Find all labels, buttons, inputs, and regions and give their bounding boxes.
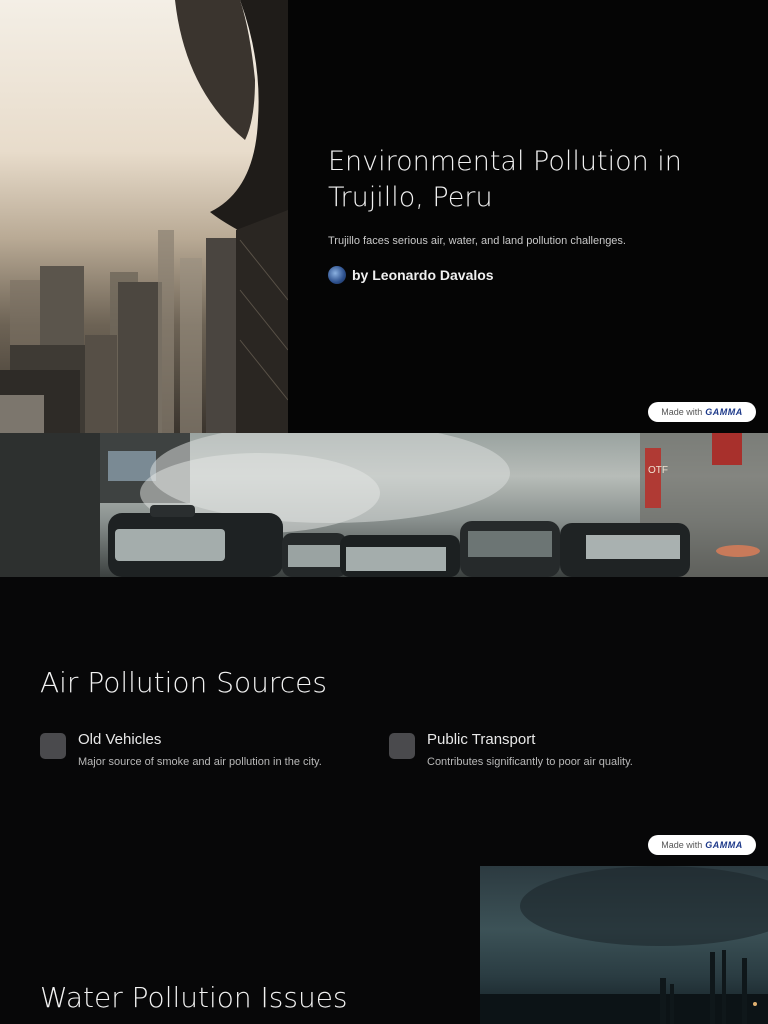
- air-section-title: Air Pollution Sources: [40, 666, 327, 699]
- author-line[interactable]: by Leonardo Davalos: [328, 266, 494, 284]
- item-desc: Contributes significantly to poor air qu…: [427, 756, 633, 768]
- industrial-water-image: [480, 866, 768, 1024]
- title-slide: Environmental Pollution in Trujillo, Per…: [0, 0, 768, 433]
- gamma-logo: GAMMA: [705, 407, 743, 417]
- subtitle: Trujillo faces serious air, water, and l…: [328, 235, 626, 247]
- page-title: Environmental Pollution in Trujillo, Per…: [328, 146, 682, 213]
- air-pollution-section: Air Pollution Sources Old Vehicles Major…: [0, 577, 768, 866]
- sign-text: OTF: [648, 465, 668, 476]
- list-item: Old Vehicles Major source of smoke and a…: [40, 731, 322, 768]
- badge-label: Made with: [661, 407, 703, 417]
- item-icon: [40, 733, 66, 759]
- water-section-title: Water Pollution Issues: [40, 981, 348, 1014]
- avatar: [328, 266, 346, 284]
- item-title: Old Vehicles: [78, 731, 162, 748]
- list-item: Public Transport Contributes significant…: [389, 731, 633, 768]
- item-title: Public Transport: [427, 731, 536, 748]
- made-with-gamma-badge[interactable]: Made with GAMMA: [648, 402, 756, 422]
- badge-label: Made with: [661, 840, 703, 850]
- city-smog-image: [0, 0, 288, 433]
- item-desc: Major source of smoke and air pollution …: [78, 756, 322, 768]
- gamma-logo: GAMMA: [705, 840, 743, 850]
- author-name: by Leonardo Davalos: [352, 267, 494, 283]
- vehicles-smoke-image: OTF: [0, 433, 768, 577]
- item-icon: [389, 733, 415, 759]
- made-with-gamma-badge[interactable]: Made with GAMMA: [648, 835, 756, 855]
